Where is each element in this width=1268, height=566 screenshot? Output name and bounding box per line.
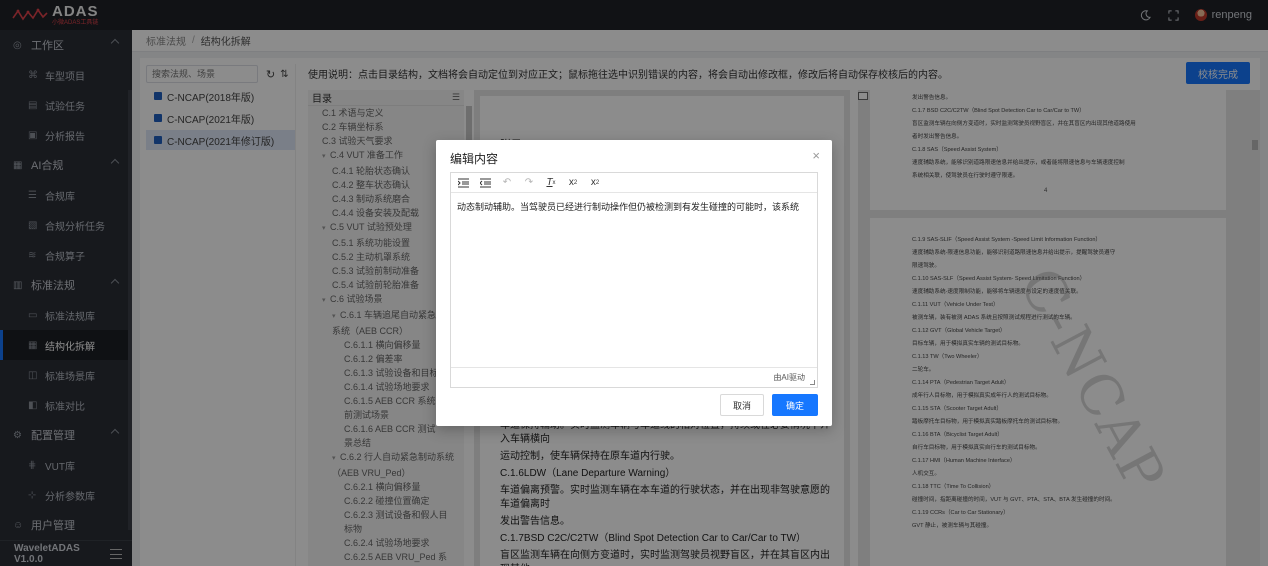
rich-text-editor: ↶ ↷ Tx x2 x2 动态制动辅助。当驾驶员已经进行制动操作但仍被检测到有发… (450, 172, 818, 388)
resize-handle-icon[interactable] (810, 380, 815, 385)
editor-content[interactable]: 动态制动辅助。当驾驶员已经进行制动操作但仍被检测到有发生碰撞的可能时，该系统 (451, 193, 817, 222)
indent-icon[interactable] (457, 176, 469, 190)
undo-icon[interactable]: ↶ (501, 176, 513, 190)
dialog-title: 编辑内容 (450, 152, 499, 166)
superscript-icon[interactable]: x2 (589, 176, 601, 190)
editor-toolbar: ↶ ↷ Tx x2 x2 (451, 173, 817, 193)
subscript-icon[interactable]: x2 (567, 176, 579, 190)
editor-footer: 由AI驱动 (451, 367, 817, 387)
ai-powered-label: 由AI驱动 (773, 373, 805, 382)
redo-icon[interactable]: ↷ (523, 176, 535, 190)
confirm-button[interactable]: 确定 (772, 394, 818, 416)
clear-format-icon[interactable]: Tx (545, 176, 557, 190)
close-icon[interactable]: × (812, 148, 820, 163)
edit-content-dialog: 编辑内容 × ↶ ↷ Tx x2 x2 动态制动辅助。当驾驶员已经进行制动操作但… (436, 140, 832, 426)
outdent-icon[interactable] (479, 176, 491, 190)
cancel-button[interactable]: 取消 (720, 394, 764, 416)
